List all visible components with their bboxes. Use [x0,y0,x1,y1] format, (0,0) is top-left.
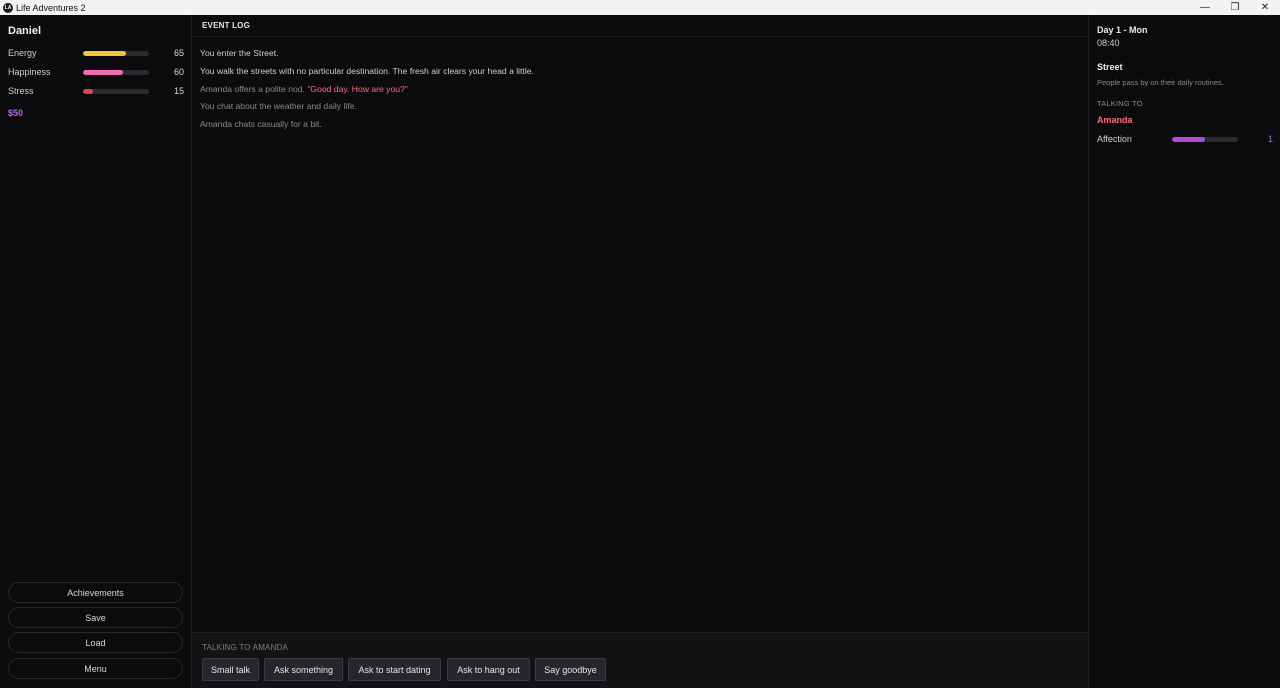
stat-label: Stress [8,86,34,96]
log-entry: You chat about the weather and daily lif… [200,101,357,111]
save-button[interactable]: Save [8,607,183,628]
affection-label: Affection [1097,134,1132,144]
log-entry: Amanda chats casually for a bit. [200,119,322,129]
npc-name: Amanda [1097,115,1133,125]
time-label: 08:40 [1097,38,1120,48]
money-display: $50 [8,108,24,118]
happiness-bar-fill [83,70,123,75]
stat-value: 60 [173,67,184,77]
say-goodbye-button[interactable]: Say goodbye [535,658,606,681]
stat-stress: Stress 15 [8,85,184,99]
affection-stat: Affection 1 [1097,133,1273,147]
stress-bar [83,89,149,94]
close-icon[interactable]: ✕ [1250,0,1280,15]
affection-bar-fill [1172,137,1205,142]
small-talk-button[interactable]: Small talk [202,658,259,681]
affection-value: 1 [1267,134,1273,144]
location-name: Street [1097,62,1123,72]
action-bar: TALKING TO AMANDA Small talk Ask somethi… [192,632,1088,688]
energy-bar [83,51,149,56]
log-entry-text: You walk the streets with no particular … [200,66,534,76]
stat-value: 65 [173,48,184,58]
restore-icon[interactable]: ❐ [1220,0,1250,15]
event-log-header: EVENT LOG [192,15,1088,37]
ask-to-start-dating-button[interactable]: Ask to start dating [348,658,441,681]
event-log-panel: EVENT LOG You enter the Street. You walk… [192,15,1088,688]
app-logo-icon: LA [3,2,13,13]
player-panel: Daniel Energy 65 Happiness 60 Stress 15 … [0,15,192,688]
stat-happiness: Happiness 60 [8,66,184,80]
window-title: Life Adventures 2 [16,2,86,13]
menu-button[interactable]: Menu [8,658,183,679]
minimize-icon[interactable]: — [1190,0,1220,15]
day-label: Day 1 - Mon [1097,25,1148,35]
talking-to-label: TALKING TO AMANDA [202,643,289,652]
happiness-bar [83,70,149,75]
stat-energy: Energy 65 [8,47,184,61]
dialogue-quote: "Good day. How are you?" [307,84,408,94]
log-entry: Amanda offers a polite nod. "Good day. H… [200,84,408,94]
ask-something-button[interactable]: Ask something [264,658,343,681]
log-entry-text: You chat about the weather and daily lif… [200,101,357,111]
talking-to-header: TALKING TO [1097,99,1143,108]
log-entry-text: You enter the Street. [200,48,279,58]
player-name: Daniel [8,25,42,37]
stat-label: Happiness [8,67,51,77]
affection-bar [1172,137,1238,142]
info-panel: Day 1 - Mon 08:40 Street People pass by … [1088,15,1280,688]
window-titlebar: LA Life Adventures 2 — ❐ ✕ [0,0,1280,15]
log-entry-text: Amanda offers a polite nod. [200,84,308,94]
load-button[interactable]: Load [8,632,183,653]
stress-bar-fill [83,89,93,94]
energy-bar-fill [83,51,126,56]
log-entry: You enter the Street. [200,48,279,58]
log-entry: You walk the streets with no particular … [200,66,534,76]
ask-to-hang-out-button[interactable]: Ask to hang out [447,658,530,681]
location-description: People pass by on their daily routines. [1097,78,1224,87]
achievements-button[interactable]: Achievements [8,582,183,603]
window-controls: — ❐ ✕ [1190,0,1280,15]
stat-value: 15 [173,86,184,96]
log-entry-text: Amanda chats casually for a bit. [200,119,322,129]
stat-label: Energy [8,48,37,58]
